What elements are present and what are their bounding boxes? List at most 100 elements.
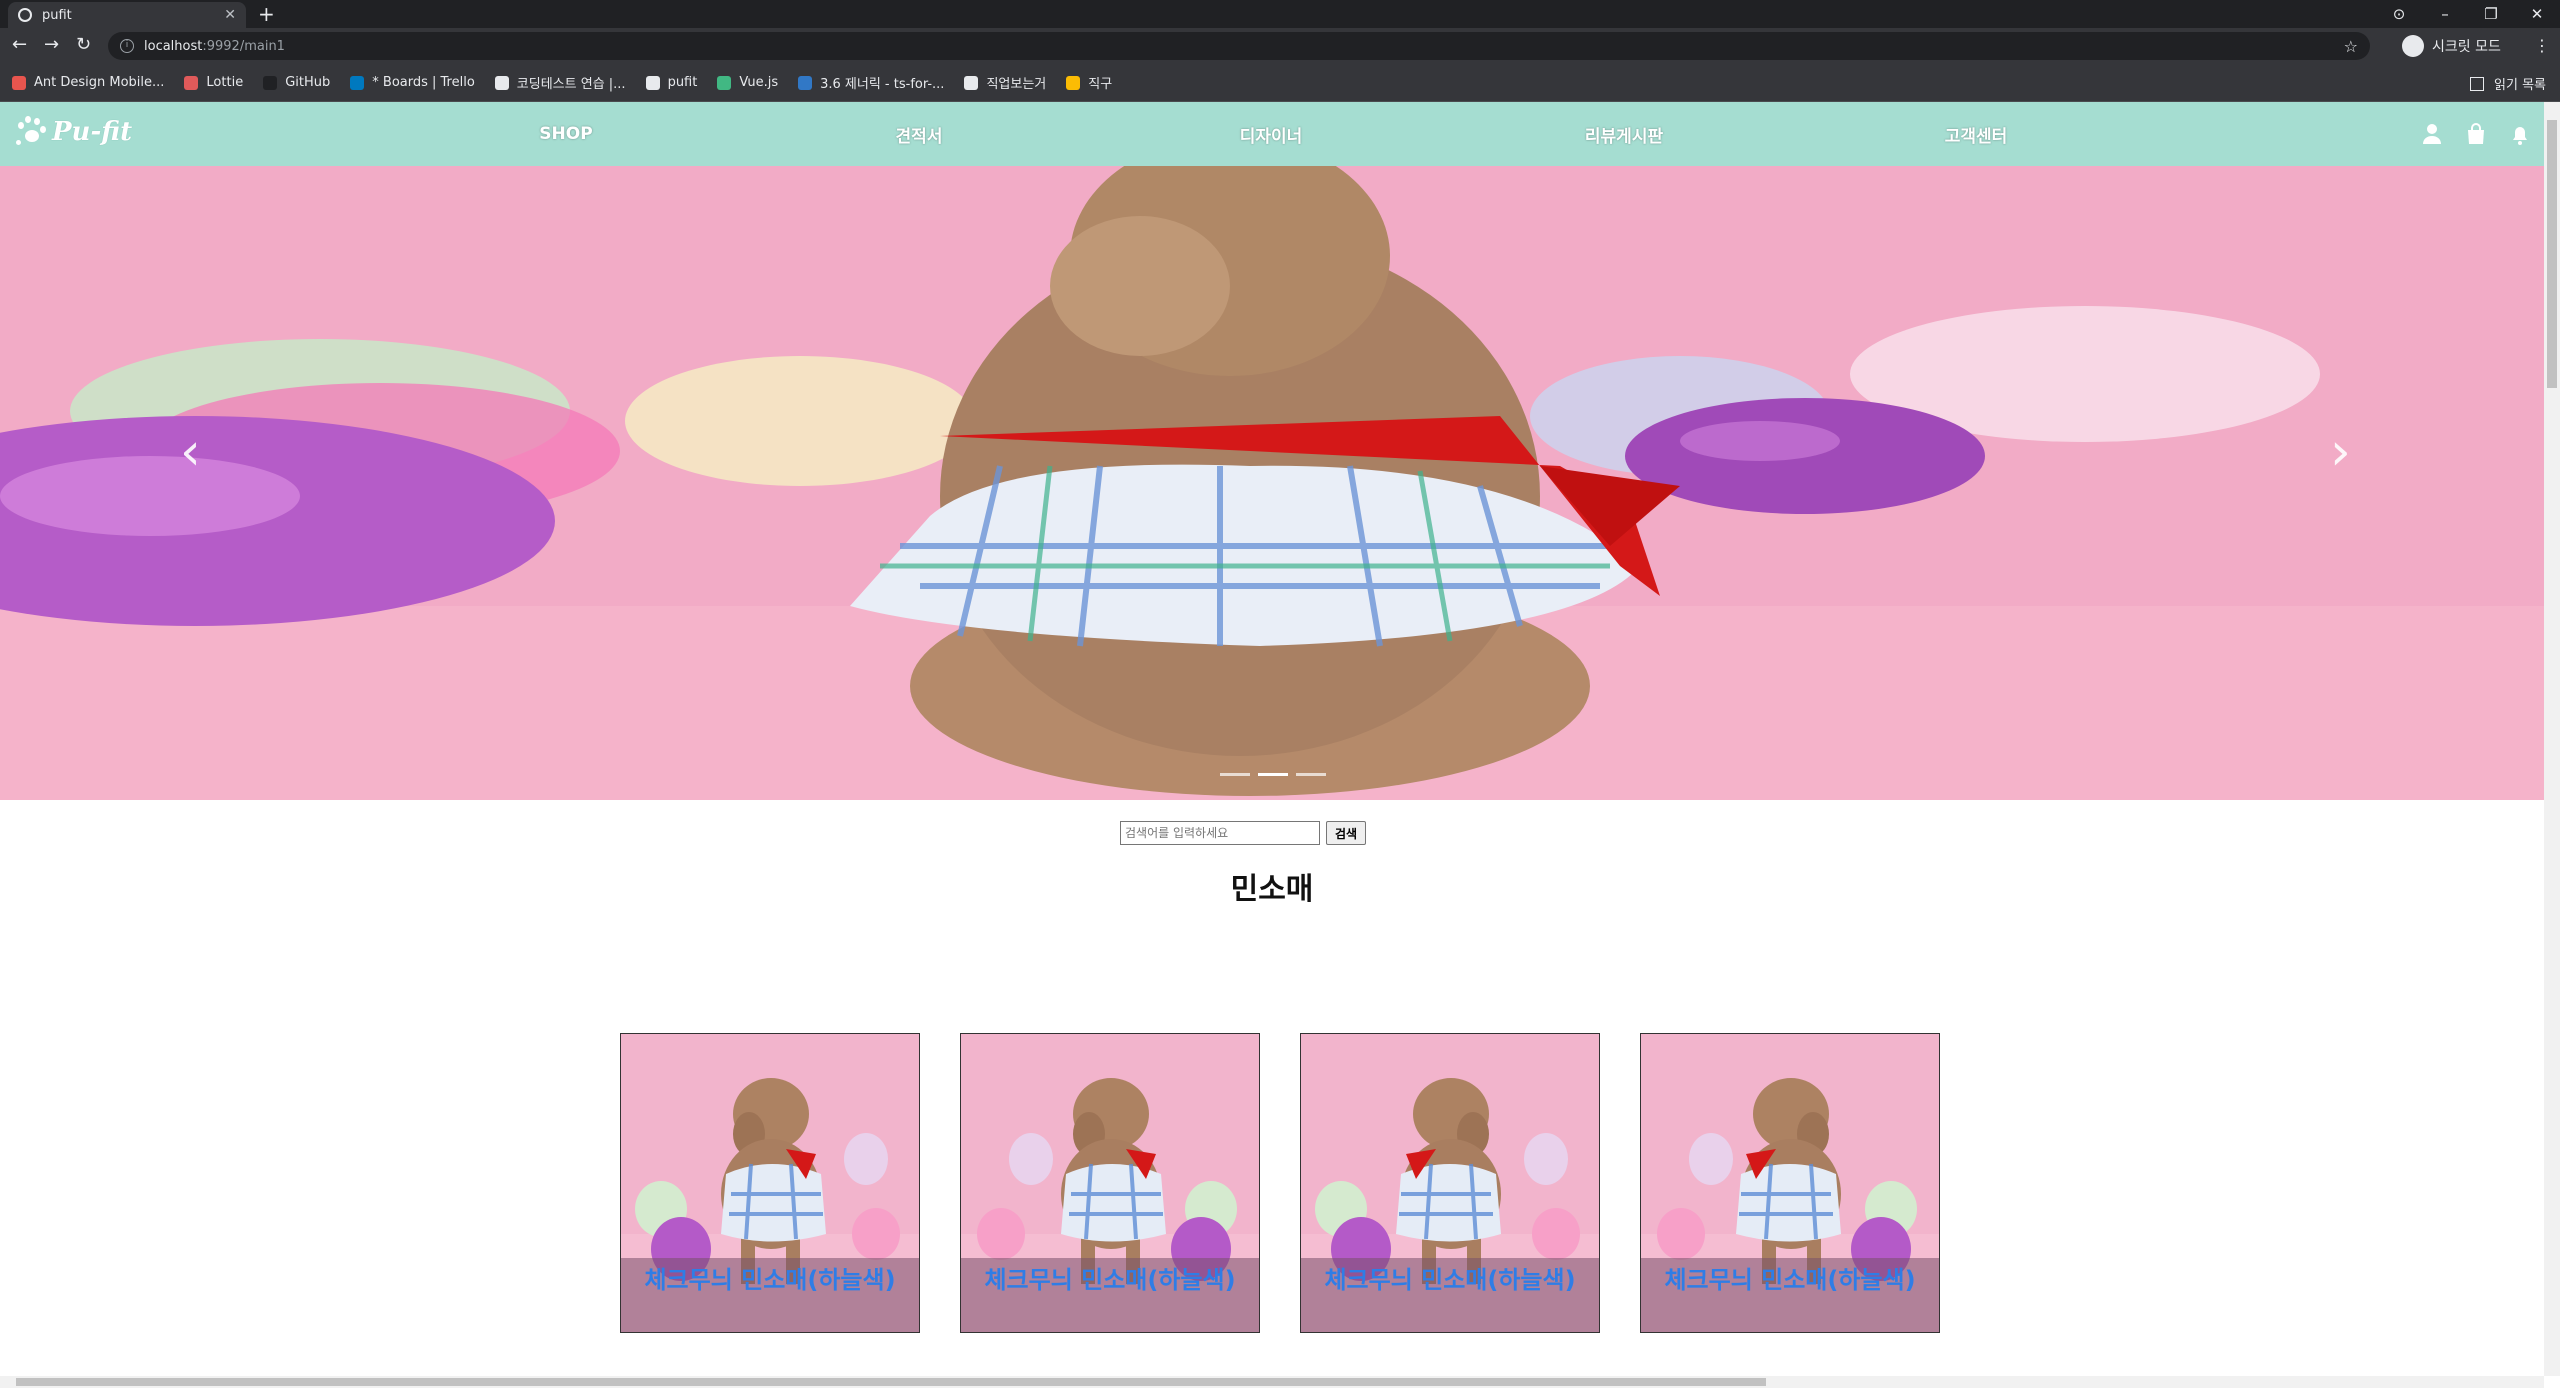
bookmark-item[interactable]: Vue.js xyxy=(717,75,778,90)
bookmark-star-icon[interactable]: ☆ xyxy=(2344,37,2358,56)
url-host: localhost xyxy=(144,38,203,54)
browser-tab-strip: pufit ✕ + ⊙ – ❐ ✕ xyxy=(0,0,2560,28)
hero-slide-image xyxy=(0,166,2544,800)
carousel-prev-arrow[interactable]: ‹ xyxy=(180,426,201,478)
bookmark-favicon-icon xyxy=(645,75,660,90)
bookmark-favicon-icon xyxy=(798,75,813,90)
product-caption: 체크무늬 민소매(하늘색) xyxy=(621,1258,919,1332)
incognito-indicator[interactable]: 시크릿 모드 xyxy=(2402,32,2501,60)
browser-toolbar: ← → ↻ i localhost:9992/main1 ☆ 시크릿 모드 ⋮ xyxy=(0,28,2560,64)
incognito-icon xyxy=(2402,35,2424,57)
bookmark-label: pufit xyxy=(667,75,698,90)
close-tab-icon[interactable]: ✕ xyxy=(224,7,236,23)
nav-review-board[interactable]: 리뷰게시판 xyxy=(1585,122,1663,147)
bookmark-item[interactable]: 직구 xyxy=(1066,73,1112,92)
carousel-next-arrow[interactable]: › xyxy=(2330,426,2351,478)
product-name[interactable]: 체크무늬 민소매(하늘색) xyxy=(644,1260,895,1295)
product-name[interactable]: 체크무늬 민소매(하늘색) xyxy=(984,1260,1235,1295)
incognito-label: 시크릿 모드 xyxy=(2432,39,2501,55)
user-icon[interactable] xyxy=(2420,122,2444,146)
product-card[interactable]: 체크무늬 민소매(하늘색) xyxy=(1640,1033,1940,1333)
bookmark-label: 코딩테스트 연습 |... xyxy=(516,77,626,92)
bookmark-item[interactable]: GitHub xyxy=(263,75,330,90)
product-caption: 체크무늬 민소매(하늘색) xyxy=(1301,1258,1599,1332)
bookmark-favicon-icon xyxy=(350,75,365,90)
bookmark-label: 직업보는거 xyxy=(986,77,1047,92)
back-icon[interactable]: ← xyxy=(12,34,27,55)
browser-tab[interactable]: pufit ✕ xyxy=(8,2,246,28)
bell-icon[interactable] xyxy=(2508,122,2532,146)
reading-list-icon xyxy=(2470,76,2485,91)
bookmark-label: 3.6 제너릭 - ts-for-... xyxy=(820,77,945,92)
reading-list-label: 읽기 목록 xyxy=(2494,78,2546,93)
nav-designer[interactable]: 디자이너 xyxy=(1240,122,1303,147)
bookmarks-bar: Ant Design Mobile... Lottie GitHub * Boards… xyxy=(0,64,2560,102)
new-tab-button[interactable]: + xyxy=(258,2,275,26)
product-caption: 체크무늬 민소매(하늘색) xyxy=(961,1258,1259,1332)
minimize-button[interactable]: – xyxy=(2422,5,2468,23)
search-form: 검색 xyxy=(1120,821,1367,845)
bookmark-label: Vue.js xyxy=(739,75,779,90)
bookmark-favicon-icon xyxy=(494,75,509,90)
bookmark-item[interactable]: 3.6 제너릭 - ts-for-... xyxy=(798,73,944,92)
bookmark-label: Ant Design Mobile... xyxy=(34,75,165,90)
header-icons xyxy=(2420,122,2532,146)
shopping-bag-icon[interactable] xyxy=(2464,122,2488,146)
bookmark-favicon-icon xyxy=(964,75,979,90)
nav-customer-center[interactable]: 고객센터 xyxy=(1945,122,2008,147)
reading-list-button[interactable]: 읽기 목록 xyxy=(2470,74,2546,93)
carousel-indicator[interactable] xyxy=(1220,773,1250,776)
search-input[interactable] xyxy=(1120,821,1320,845)
bookmark-item[interactable]: pufit xyxy=(645,75,698,90)
globe-icon xyxy=(18,8,32,22)
product-name[interactable]: 체크무늬 민소매(하늘색) xyxy=(1324,1260,1575,1295)
product-card[interactable]: 체크무늬 민소매(하늘색) xyxy=(1300,1033,1600,1333)
bookmark-label: * Boards | Trello xyxy=(372,75,475,90)
site-logo[interactable]: Pu-fit xyxy=(16,112,132,152)
menu-kebab-icon[interactable]: ⋮ xyxy=(2534,36,2550,55)
horizontal-scroll-thumb[interactable] xyxy=(16,1378,1766,1386)
product-grid: 체크무늬 민소매(하늘색) 체크무늬 민소매(하늘색) 체크무늬 민소매(하늘색) 체… xyxy=(620,1033,1940,1333)
hero-carousel: ‹ › xyxy=(0,166,2544,800)
bookmark-item[interactable]: * Boards | Trello xyxy=(350,75,475,90)
forward-icon[interactable]: → xyxy=(44,34,59,55)
bookmark-item[interactable]: 코딩테스트 연습 |... xyxy=(494,73,626,92)
site-header: Pu-fit SHOP 견적서 디자이너 리뷰게시판 고객센터 xyxy=(0,102,2544,166)
vertical-scrollbar[interactable] xyxy=(2544,102,2560,1376)
bookmark-label: 직구 xyxy=(1088,77,1113,92)
vertical-scroll-thumb[interactable] xyxy=(2547,120,2557,388)
restore-button[interactable]: ❐ xyxy=(2468,5,2514,23)
bookmark-item[interactable]: Lottie xyxy=(184,75,243,90)
bookmark-item[interactable]: 직업보는거 xyxy=(964,73,1046,92)
product-caption: 체크무늬 민소매(하늘색) xyxy=(1641,1258,1939,1332)
paw-icon xyxy=(16,112,46,152)
site-info-icon[interactable]: i xyxy=(120,39,134,53)
url-path: :9992/main1 xyxy=(202,38,285,54)
bookmark-label: Lottie xyxy=(206,75,244,90)
carousel-indicator[interactable] xyxy=(1258,773,1288,776)
page-viewport: Pu-fit SHOP 견적서 디자이너 리뷰게시판 고객센터 ‹ › 검색어를… xyxy=(0,102,2544,1376)
search-button[interactable]: 검색 xyxy=(1326,821,1367,845)
logo-text: Pu-fit xyxy=(52,117,133,147)
tab-title: pufit xyxy=(42,7,72,23)
close-window-button[interactable]: ✕ xyxy=(2514,5,2560,23)
bookmark-label: GitHub xyxy=(285,75,331,90)
product-name[interactable]: 체크무늬 민소매(하늘색) xyxy=(1664,1260,1915,1295)
address-bar[interactable]: i localhost:9992/main1 ☆ xyxy=(108,32,2370,60)
horizontal-scrollbar[interactable] xyxy=(0,1376,2544,1388)
bookmark-favicon-icon xyxy=(717,75,732,90)
carousel-indicator[interactable] xyxy=(1296,773,1326,776)
tab-search-icon[interactable]: ⊙ xyxy=(2376,5,2422,23)
product-card[interactable]: 체크무늬 민소매(하늘색) xyxy=(620,1033,920,1333)
section-title: 민소매 xyxy=(1230,872,1314,907)
nav-shop[interactable]: SHOP xyxy=(539,124,592,144)
product-card[interactable]: 체크무늬 민소매(하늘색) xyxy=(960,1033,1260,1333)
carousel-indicators xyxy=(1220,773,1326,776)
nav-estimate[interactable]: 견적서 xyxy=(896,122,943,147)
bookmark-item[interactable]: Ant Design Mobile... xyxy=(12,75,164,90)
window-controls: ⊙ – ❐ ✕ xyxy=(2376,0,2560,28)
bookmark-favicon-icon xyxy=(1066,75,1081,90)
bookmark-favicon-icon xyxy=(184,75,199,90)
bookmark-favicon-icon xyxy=(12,75,26,90)
reload-icon[interactable]: ↻ xyxy=(76,34,91,55)
